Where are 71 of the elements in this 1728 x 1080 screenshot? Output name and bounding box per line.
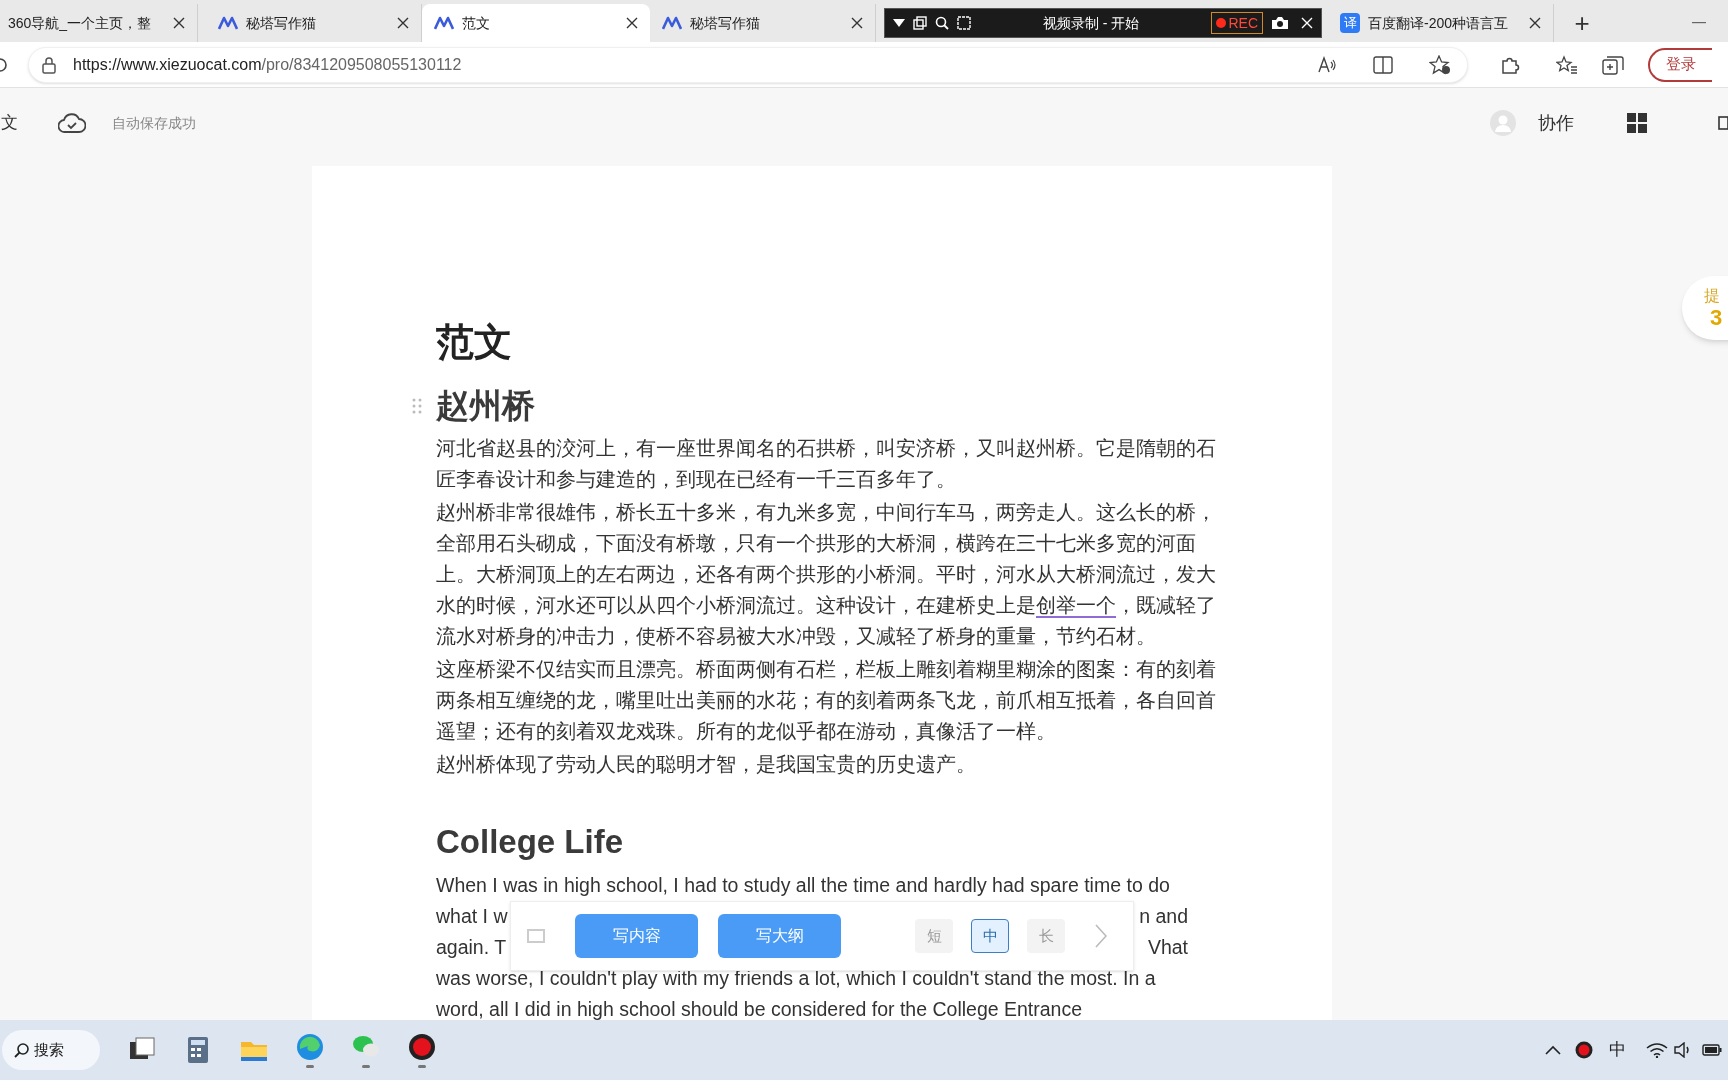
- wifi-icon[interactable]: [1646, 1042, 1668, 1058]
- input-method-indicator[interactable]: 中: [1609, 1037, 1626, 1063]
- tab-title: 百度翻译-200种语言互: [1368, 13, 1510, 33]
- new-tab-button[interactable]: +: [1562, 4, 1602, 42]
- cloud-check-icon: [58, 112, 86, 134]
- body-paragraph: 河北省赵县的洨河上，有一座世界闻名的石拱桥，叫安济桥，又叫赵州桥。它是隋朝的石匠李春设计和参与建造的，到现在已经有一千三百多年了。: [436, 436, 1216, 492]
- length-option[interactable]: 中: [971, 919, 1009, 953]
- search-field[interactable]: 搜索: [2, 1030, 100, 1070]
- hint-count: 3: [1710, 306, 1723, 330]
- logo-icon: [434, 16, 454, 30]
- checkbox[interactable]: [527, 929, 545, 943]
- tab-title: 秘塔写作猫: [690, 13, 761, 33]
- record-icon[interactable]: [408, 1032, 436, 1061]
- tab-title: 范文: [462, 13, 491, 33]
- document-title: 范文: [436, 320, 513, 365]
- tab-title: 360导航_一个主页，整: [8, 13, 153, 33]
- camera-icon[interactable]: [1271, 16, 1289, 30]
- body-text-line: was worse, I couldn't play with my friends a lot, which I couldn't stand the most. In a: [436, 965, 1156, 991]
- section-heading: College Life: [436, 822, 625, 862]
- hint-label: 提: [1704, 286, 1720, 306]
- minimize-icon[interactable]: [1692, 22, 1706, 24]
- recorder-title: 视频录制 - 开始: [1042, 13, 1141, 33]
- record-button[interactable]: REC: [1211, 12, 1263, 34]
- menu-label[interactable]: 文: [1, 110, 19, 136]
- body-text-line: When I was in high school, I had to study all the time and hardly had spare time to do: [436, 872, 1170, 898]
- favorites-icon[interactable]: [1556, 54, 1578, 75]
- section-heading: 赵州桥: [436, 386, 536, 426]
- body-text-line: again. T: [436, 934, 507, 960]
- favorite-add-icon[interactable]: [1429, 54, 1451, 75]
- body-text-line: n and: [1139, 903, 1188, 929]
- dropdown-icon: [893, 18, 905, 28]
- collections-icon[interactable]: [1602, 54, 1624, 75]
- body-paragraph: 赵州桥非常很雄伟，桥长五十多米，有九米多宽，中间行车马，两旁走人。这么长的桥，全部用石头砌成，下面没有桥墩，只有一个拱形的大桥洞，横跨在三十七米多宽的河面上。大桥洞顶上的左右两边，还各有两个拱形的小桥洞。平时，河水从大桥洞流过，发大水的时候，河水还可以从四个小桥洞流过。这种设计，在建桥史上是创举一个，既减轻了流水对桥身的冲击力，使桥不容易被大水冲毁，又减轻了桥身的重量，节约石材。: [436, 500, 1216, 649]
- search-label: 搜索: [34, 1039, 64, 1060]
- grid-icon[interactable]: [1626, 112, 1648, 134]
- windows-icon[interactable]: [913, 16, 927, 30]
- login-button[interactable]: 登录: [1648, 47, 1712, 82]
- save-status: 自动保存成功: [112, 113, 196, 133]
- close-icon[interactable]: [1529, 17, 1541, 29]
- collaborate-button[interactable]: 协作: [1538, 109, 1574, 137]
- browser-tab[interactable]: 范文: [422, 4, 650, 42]
- body-text-line: what I w: [436, 903, 508, 929]
- record-icon[interactable]: [1575, 1041, 1593, 1059]
- logo-icon: [218, 16, 238, 30]
- body-paragraph: 赵州桥体现了劳动人民的聪明才智，是我国宝贵的历史遗产。: [436, 752, 977, 777]
- split-view-icon[interactable]: [1373, 55, 1393, 74]
- search-icon[interactable]: [935, 16, 949, 30]
- url-text: https://www.xiezuocat.com/pro/8341209508055130112: [73, 54, 463, 75]
- panel-icon[interactable]: [1718, 116, 1728, 130]
- battery-icon[interactable]: [1702, 1043, 1722, 1057]
- tab-title: 秘塔写作猫: [246, 13, 317, 33]
- close-icon[interactable]: [173, 17, 185, 29]
- browser-icon[interactable]: [296, 1032, 324, 1061]
- address-field[interactable]: https://www.xiezuocat.com/pro/8341209508055130112: [28, 46, 1468, 83]
- body-text-line: Vhat: [1147, 934, 1188, 960]
- search-icon: [14, 1042, 30, 1058]
- close-icon[interactable]: [397, 17, 409, 29]
- logo-icon: [662, 16, 682, 30]
- translate-icon: 译: [1340, 13, 1360, 33]
- body-text-line: word, all I did in high school should be considered for the College Entrance: [436, 996, 1083, 1020]
- speaker-icon[interactable]: [1674, 1042, 1692, 1058]
- flagged-phrase[interactable]: 创举一个: [1036, 594, 1116, 616]
- drag-handle-icon[interactable]: [412, 398, 422, 414]
- body-paragraph: 这座桥梁不仅结实而且漂亮。桥面两侧有石栏，栏板上雕刻着糊里糊涂的图案：有的刻着两条相互缠绕的龙，嘴里吐出美丽的水花；有的刻着两条飞龙，前爪相互抵着，各自回首遥望；还有的刻着双龙戏珠。所有的龙似乎都在游动，真像活了一样。: [436, 657, 1216, 744]
- close-icon[interactable]: [626, 17, 638, 29]
- read-aloud-icon[interactable]: [1317, 55, 1337, 74]
- refresh-icon[interactable]: [0, 56, 8, 73]
- close-icon[interactable]: [851, 17, 863, 29]
- lock-icon: [41, 55, 57, 74]
- region-icon[interactable]: [957, 16, 971, 30]
- chevron-up-icon[interactable]: [1545, 1045, 1561, 1055]
